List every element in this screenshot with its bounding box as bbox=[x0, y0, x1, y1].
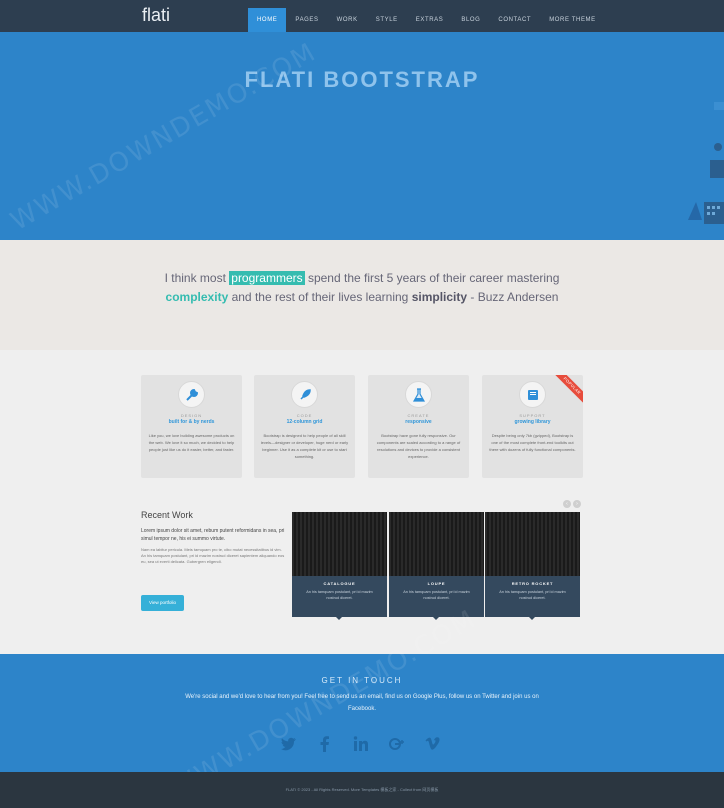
quote-bold-simplicity: simplicity bbox=[411, 290, 468, 304]
recent-work-lead: Lorem ipsum dolor sit amet, rebum putent… bbox=[141, 528, 285, 542]
portfolio-thumbnail bbox=[485, 512, 580, 576]
quote-section: I think most programmers spend the first… bbox=[0, 240, 724, 350]
nav-more-theme[interactable]: MORE THEME bbox=[540, 8, 605, 32]
portfolio-thumbnail bbox=[389, 512, 484, 576]
quote-author: - Buzz Andersen bbox=[467, 290, 559, 304]
carousel-next-button[interactable]: › bbox=[573, 500, 581, 508]
footer-copyright: FLATI © 2023 - All Rights Reserved. More… bbox=[285, 787, 439, 792]
portfolio-item-title: CATALOGUE bbox=[323, 581, 356, 586]
portfolio-item-description: An his tamquam postulant, pri id mazim n… bbox=[403, 590, 470, 600]
feature-description: Like you, we love building awesome produ… bbox=[148, 433, 235, 452]
quote-part: I think most bbox=[164, 271, 230, 285]
quote-part: spend the first 5 years of their career … bbox=[304, 271, 560, 285]
nav-pages[interactable]: PAGES bbox=[286, 8, 327, 32]
nav-work[interactable]: WORK bbox=[328, 8, 367, 32]
pointer-arrow-icon bbox=[336, 617, 342, 620]
portfolio-item-description: An his tamquam postulant, pri id mazim n… bbox=[499, 590, 566, 600]
recent-work-body: Nam ea labitur pericula. Meis tamquam pr… bbox=[141, 547, 285, 564]
main-nav: HOME PAGES WORK STYLE EXTRAS BLOG CONTAC… bbox=[248, 8, 605, 32]
popular-ribbon: POPULAR bbox=[551, 375, 583, 407]
feature-title: responsive bbox=[405, 419, 432, 425]
nav-home[interactable]: HOME bbox=[248, 8, 287, 32]
nav-contact[interactable]: CONTACT bbox=[489, 8, 540, 32]
google-plus-icon[interactable] bbox=[388, 735, 408, 753]
feature-card-code: CODE 12-column grid Bootstrap is designe… bbox=[254, 375, 355, 478]
nav-style[interactable]: STYLE bbox=[367, 8, 407, 32]
pointer-arrow-icon bbox=[529, 617, 535, 620]
features-row: DESIGN built for & by nerds Like you, we… bbox=[141, 375, 583, 478]
wrench-icon bbox=[178, 381, 205, 408]
feature-title: growing library bbox=[514, 419, 551, 425]
feature-title: built for & by nerds bbox=[168, 419, 215, 425]
portfolio-item-description: An his tamquam postulant, pri id mazim n… bbox=[306, 590, 373, 600]
pointer-arrow-icon bbox=[433, 617, 439, 620]
portfolio-thumbnail bbox=[292, 512, 387, 576]
quote-text: I think most programmers spend the first… bbox=[150, 269, 574, 307]
feature-card-create: CREATE responsive Bootstrap have gone fu… bbox=[368, 375, 469, 478]
quote-part: and the rest of their lives learning bbox=[228, 290, 412, 304]
social-links bbox=[280, 735, 444, 753]
feature-description: Bootstrap is designed to help people of … bbox=[260, 433, 349, 459]
footer: FLATI © 2023 - All Rights Reserved. More… bbox=[0, 772, 724, 808]
contact-section: GET IN TOUCH We're social and we'd love … bbox=[0, 604, 724, 804]
portfolio-item-catalogue[interactable]: CATALOGUE An his tamquam postulant, pri … bbox=[292, 512, 387, 620]
hero-title: FLATI BOOTSTRAP bbox=[244, 67, 480, 92]
linkedin-icon[interactable] bbox=[352, 735, 372, 753]
recent-work-intro: Recent Work Lorem ipsum dolor sit amet, … bbox=[141, 510, 286, 565]
book-icon bbox=[519, 381, 546, 408]
feature-kicker: CODE bbox=[296, 413, 313, 418]
nav-blog[interactable]: BLOG bbox=[452, 8, 489, 32]
feature-title: 12-column grid bbox=[286, 419, 323, 425]
hero-banner: FLATI BOOTSTRAP WWW.DOWNDEMO.COM bbox=[0, 32, 724, 240]
rocket-icon bbox=[291, 381, 318, 408]
feature-description: Bootstrap have gone fully responsive. Ou… bbox=[376, 433, 461, 459]
view-portfolio-button[interactable]: View portfolio bbox=[141, 595, 184, 611]
vimeo-icon[interactable] bbox=[424, 735, 444, 753]
contact-text: We're social and we'd love to hear from … bbox=[185, 694, 539, 712]
recent-work-title: Recent Work bbox=[141, 510, 193, 520]
feature-card-design: DESIGN built for & by nerds Like you, we… bbox=[141, 375, 242, 478]
feature-kicker: SUPPORT bbox=[519, 413, 546, 418]
feature-kicker: CREATE bbox=[407, 413, 430, 418]
contact-title: GET IN TOUCH bbox=[321, 676, 403, 685]
feature-card-support: POPULAR SUPPORT growing library Despite … bbox=[482, 375, 583, 478]
portfolio-item-title: RETRO ROCKET bbox=[511, 581, 554, 586]
portfolio-item-loupe[interactable]: LOUPE An his tamquam postulant, pri id m… bbox=[389, 512, 484, 620]
flask-icon bbox=[405, 381, 432, 408]
quote-highlight-programmers: programmers bbox=[229, 271, 305, 285]
facebook-icon[interactable] bbox=[316, 735, 336, 753]
feature-description: Despite being only 7kb (gzipped), Bootst… bbox=[489, 433, 576, 452]
brand-logo[interactable]: flati bbox=[142, 5, 170, 26]
feature-kicker: DESIGN bbox=[180, 413, 203, 418]
quote-highlight-complexity: complexity bbox=[165, 290, 229, 304]
robot-illustration-icon bbox=[688, 102, 724, 224]
portfolio-item-title: LOUPE bbox=[427, 581, 446, 586]
twitter-icon[interactable] bbox=[280, 735, 300, 753]
carousel-prev-button[interactable]: ‹ bbox=[563, 500, 571, 508]
nav-extras[interactable]: EXTRAS bbox=[407, 8, 453, 32]
navbar: flati HOME PAGES WORK STYLE EXTRAS BLOG … bbox=[0, 0, 724, 32]
portfolio-carousel: CATALOGUE An his tamquam postulant, pri … bbox=[292, 512, 580, 620]
portfolio-item-retro-rocket[interactable]: RETRO ROCKET An his tamquam postulant, p… bbox=[485, 512, 580, 620]
